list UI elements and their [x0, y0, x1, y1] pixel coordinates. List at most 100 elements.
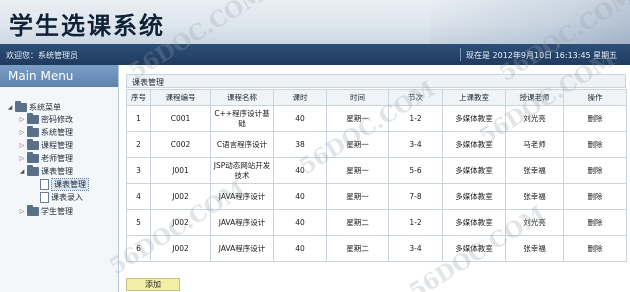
column-header: 操作	[563, 89, 627, 106]
sidebar-item-label: 系统管理	[41, 127, 73, 137]
info-bar: 欢迎您：系统管理员 现在是 2012年9月10日 16:13:45 星期五	[0, 44, 630, 65]
banner-decoration	[430, 0, 630, 44]
table-cell: 多媒体教室	[442, 131, 506, 158]
table-cell: C001	[150, 105, 211, 132]
table-cell: 张幸福	[505, 183, 564, 210]
sidebar-item-system[interactable]: ▷ 系统管理	[18, 125, 73, 138]
table-row: 3 J001 JSP动态网站开发技术 40 星期一 5-6 多媒体教室 张幸福 …	[126, 157, 627, 184]
table-row: 2 C002 C语言程序设计 38 星期一 3-4 多媒体教室 马老师 删除	[126, 131, 627, 158]
table-cell: JSP动态网站开发技术	[210, 157, 274, 184]
sidebar: Main Menu ◢ 系统菜单 ▷ 密码修改 ▷ 系统管理 ▷ 课程管理 ▷ …	[0, 65, 119, 292]
table-cell: 3	[126, 157, 151, 184]
table-cell: 星期二	[326, 235, 389, 262]
table-cell: 星期二	[326, 209, 389, 236]
table-cell: 1-2	[388, 105, 443, 132]
column-header: 上课教室	[442, 89, 506, 106]
menu-title: Main Menu	[0, 65, 118, 87]
table-cell: 刘光亮	[505, 209, 564, 236]
expand-toggle-icon[interactable]: ▷	[18, 142, 26, 149]
expand-toggle-icon[interactable]: ▷	[18, 129, 26, 136]
table-cell: 3-4	[388, 131, 443, 158]
table-cell: 40	[273, 235, 327, 262]
delete-link[interactable]: 删除	[563, 235, 627, 262]
delete-link[interactable]: 删除	[563, 209, 627, 236]
folder-icon	[27, 125, 39, 137]
panel-title: 课表管理	[126, 74, 626, 88]
column-header: 节次	[388, 89, 443, 106]
folder-icon	[15, 100, 27, 112]
table-cell: 3-4	[388, 235, 443, 262]
expand-toggle-icon[interactable]: ▷	[18, 208, 26, 215]
column-header: 序号	[126, 89, 151, 106]
delete-link[interactable]: 删除	[563, 131, 627, 158]
sidebar-subitem-label: 课表录入	[51, 192, 83, 202]
table-cell: 1	[126, 105, 151, 132]
table-cell: C语言程序设计	[210, 131, 274, 158]
sidebar-item-students[interactable]: ▷ 学生管理	[18, 204, 73, 217]
sidebar-item-label: 老师管理	[41, 153, 73, 163]
table-cell: C++程序设计基础	[210, 105, 274, 132]
table-cell: 多媒体教室	[442, 209, 506, 236]
table-cell: J002	[150, 235, 211, 262]
sidebar-subitem-schedule-manage[interactable]: 课表管理	[38, 177, 89, 191]
table-row: 1 C001 C++程序设计基础 40 星期一 1-2 多媒体教室 刘光亮 删除	[126, 105, 627, 132]
app-window: 学生选课系统 欢迎您：系统管理员 现在是 2012年9月10日 16:13:45…	[0, 0, 630, 292]
current-datetime: 现在是 2012年9月10日 16:13:45 星期五	[466, 51, 618, 60]
table-cell: 4	[126, 183, 151, 210]
column-header: 课程编号	[150, 89, 211, 106]
sidebar-subitem-label: 课表管理	[51, 177, 89, 191]
table-cell: JAVA程序设计	[210, 183, 274, 210]
column-header: 授课老师	[505, 89, 564, 106]
table-cell: 刘光亮	[505, 105, 564, 132]
table-cell: 38	[273, 131, 327, 158]
tree-root-label: 系统菜单	[29, 102, 61, 112]
sidebar-item-label: 课程管理	[41, 140, 73, 150]
table-cell: 6	[126, 235, 151, 262]
sidebar-item-teachers[interactable]: ▷ 老师管理	[18, 151, 73, 164]
sidebar-item-schedule[interactable]: ◢ 课表管理	[18, 164, 73, 177]
folder-icon	[27, 112, 39, 124]
table-cell: 多媒体教室	[442, 235, 506, 262]
table-cell: 40	[273, 105, 327, 132]
table-cell: 星期一	[326, 131, 389, 158]
table-row: 4 J002 JAVA程序设计 40 星期一 7-8 多媒体教室 张幸福 删除	[126, 183, 627, 210]
sidebar-item-password[interactable]: ▷ 密码修改	[18, 112, 73, 125]
table-cell: J002	[150, 209, 211, 236]
add-button[interactable]: 添加	[126, 278, 180, 291]
expand-toggle-icon[interactable]: ▷	[18, 116, 26, 123]
table-cell: 40	[273, 157, 327, 184]
collapse-toggle-icon[interactable]: ◢	[18, 168, 26, 175]
folder-icon	[27, 138, 39, 150]
table-cell: 星期一	[326, 183, 389, 210]
collapse-toggle-icon[interactable]: ◢	[6, 104, 14, 111]
system-title: 学生选课系统	[9, 12, 165, 40]
expand-toggle-icon[interactable]: ▷	[18, 155, 26, 162]
column-header: 课程名称	[210, 89, 274, 106]
folder-icon	[27, 204, 39, 216]
delete-link[interactable]: 删除	[563, 157, 627, 184]
delete-link[interactable]: 删除	[563, 105, 627, 132]
table-cell: 多媒体教室	[442, 105, 506, 132]
tree-root[interactable]: ◢ 系统菜单	[6, 100, 61, 113]
folder-icon	[27, 151, 39, 163]
sidebar-subitem-schedule-entry[interactable]: 课表录入	[38, 191, 83, 203]
table-cell: 5-6	[388, 157, 443, 184]
document-icon	[40, 191, 49, 203]
table-cell: 张幸福	[505, 235, 564, 262]
table-cell: 7-8	[388, 183, 443, 210]
sidebar-item-courses[interactable]: ▷ 课程管理	[18, 138, 73, 151]
table-cell: 星期一	[326, 105, 389, 132]
table-cell: 星期一	[326, 157, 389, 184]
table-cell: 2	[126, 131, 151, 158]
header-banner: 学生选课系统	[0, 0, 630, 44]
column-header: 课时	[273, 89, 327, 106]
table-header-row: 序号 课程编号 课程名称 课时 时间 节次 上课教室 授课老师 操作	[126, 89, 627, 106]
table-cell: 多媒体教室	[442, 183, 506, 210]
table-cell: JAVA程序设计	[210, 235, 274, 262]
table-cell: 40	[273, 183, 327, 210]
info-divider	[460, 48, 461, 61]
schedule-table: 序号 课程编号 课程名称 课时 时间 节次 上课教室 授课老师 操作 1 C00…	[126, 89, 627, 262]
delete-link[interactable]: 删除	[563, 183, 627, 210]
document-icon	[40, 178, 49, 190]
sidebar-item-label: 密码修改	[41, 114, 73, 124]
